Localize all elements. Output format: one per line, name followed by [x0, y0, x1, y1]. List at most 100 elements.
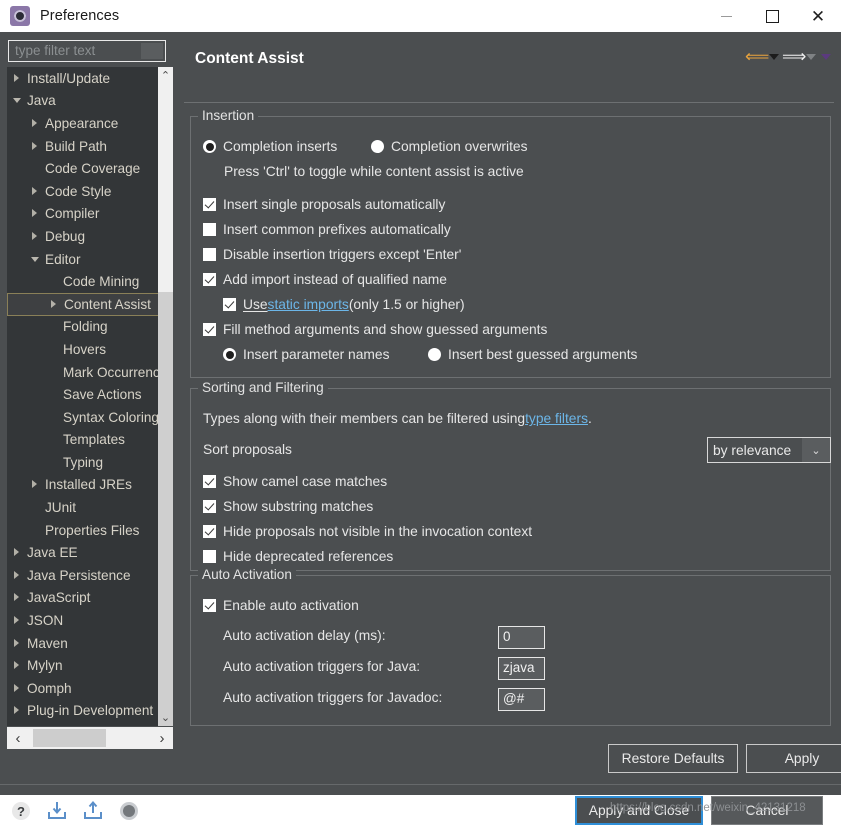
- sidebar-item-templates[interactable]: Templates: [7, 429, 168, 452]
- chevron-down-icon[interactable]: [13, 96, 22, 105]
- checkbox-insert-common-prefixes[interactable]: Insert common prefixes automatically: [203, 222, 451, 237]
- sidebar-item-plug-in-development[interactable]: Plug-in Development: [7, 700, 168, 723]
- tree-vertical-scrollbar[interactable]: ⌃ ⌄: [158, 67, 173, 726]
- chevron-right-icon[interactable]: [31, 186, 40, 196]
- sidebar-item-install-update[interactable]: Install/Update: [7, 67, 168, 90]
- preferences-tree[interactable]: Install/Update Java Appearance Build Path Co…: [7, 67, 168, 726]
- radio-completion-inserts[interactable]: Completion inserts: [203, 139, 337, 154]
- restore-defaults-button[interactable]: Restore Defaults: [608, 744, 738, 773]
- tree-vscroll-thumb[interactable]: [158, 84, 173, 292]
- apply-and-close-button[interactable]: Apply and Close: [575, 796, 703, 825]
- minimize-button[interactable]: [703, 0, 749, 32]
- import-icon[interactable]: [46, 800, 68, 822]
- settings-icon[interactable]: [118, 800, 140, 822]
- chevron-right-icon[interactable]: [13, 548, 22, 557]
- sidebar-item-oomph[interactable]: Oomph: [7, 677, 168, 700]
- scroll-right-icon[interactable]: ›: [151, 727, 173, 749]
- checkbox-show-camel-case[interactable]: Show camel case matches: [203, 474, 387, 489]
- checkbox-indicator: [203, 550, 216, 563]
- sidebar-item-java-ee[interactable]: Java EE: [7, 541, 168, 564]
- help-icon[interactable]: ?: [10, 800, 32, 822]
- chevron-right-icon[interactable]: [13, 616, 22, 625]
- filter-input[interactable]: type filter text: [8, 40, 166, 62]
- sidebar-item-save-actions[interactable]: Save Actions: [7, 383, 168, 406]
- chevron-right-icon[interactable]: [31, 141, 40, 151]
- cancel-button[interactable]: Cancel: [711, 796, 823, 825]
- sidebar-item-compiler[interactable]: Compiler: [7, 203, 168, 226]
- sidebar-item-code-style[interactable]: Code Style: [7, 180, 168, 203]
- close-button[interactable]: ✕: [795, 0, 841, 32]
- sidebar-item-code-coverage[interactable]: Code Coverage: [7, 157, 168, 180]
- chevron-right-icon[interactable]: [13, 570, 22, 580]
- scroll-down-icon[interactable]: ⌄: [158, 709, 173, 726]
- tree-horizontal-scrollbar[interactable]: ‹ ›: [7, 727, 173, 749]
- sidebar-item-junit[interactable]: JUnit: [7, 496, 168, 519]
- sidebar-item-mark-occurrences[interactable]: Mark Occurrences: [7, 361, 168, 384]
- checkbox-use-static-imports[interactable]: Use static imports (only 1.5 or higher): [223, 297, 465, 312]
- forward-arrow-icon[interactable]: ⟹: [782, 48, 806, 66]
- scroll-left-icon[interactable]: ‹: [7, 727, 29, 749]
- sidebar-item-syntax-coloring[interactable]: Syntax Coloring: [7, 406, 168, 429]
- sidebar-item-maven[interactable]: Maven: [7, 632, 168, 655]
- chevron-down-icon[interactable]: [31, 255, 40, 264]
- view-menu-chevron-down-icon[interactable]: [819, 48, 832, 66]
- radio-insert-best-guessed-arguments[interactable]: Insert best guessed arguments: [428, 347, 637, 362]
- apply-button[interactable]: Apply: [746, 744, 841, 773]
- chevron-right-icon[interactable]: [13, 661, 22, 670]
- checkbox-hide-proposals-not-visible[interactable]: Hide proposals not visible in the invoca…: [203, 524, 532, 539]
- chevron-right-icon[interactable]: [31, 231, 40, 241]
- chevron-right-icon[interactable]: [13, 638, 22, 648]
- sidebar-item-typing[interactable]: Typing: [7, 451, 168, 474]
- maximize-button[interactable]: [749, 0, 795, 32]
- sidebar-item-installed-jres[interactable]: Installed JREs: [7, 474, 168, 497]
- chevron-right-icon[interactable]: [31, 209, 40, 218]
- sidebar-item-debug[interactable]: Debug: [7, 225, 168, 248]
- type-filters-link[interactable]: type filters: [525, 411, 588, 426]
- checkbox-hide-deprecated[interactable]: Hide deprecated references: [203, 549, 393, 564]
- sidebar-item-mylyn[interactable]: Mylyn: [7, 654, 168, 677]
- checkbox-indicator: [203, 475, 216, 488]
- chevron-right-icon[interactable]: [13, 706, 22, 715]
- chevron-right-icon[interactable]: [31, 480, 40, 489]
- sidebar-item-label: JavaScript: [27, 590, 91, 606]
- sidebar-item-folding[interactable]: Folding: [7, 316, 168, 339]
- chevron-right-icon[interactable]: [13, 73, 22, 83]
- back-arrow-icon[interactable]: ⟸: [745, 48, 769, 66]
- checkbox-insert-single-proposals[interactable]: Insert single proposals automatically: [203, 197, 445, 212]
- chevron-right-icon[interactable]: [31, 118, 40, 128]
- checkbox-add-import[interactable]: Add import instead of qualified name: [203, 272, 447, 287]
- auto-activation-javadoc-triggers-input[interactable]: @#: [498, 688, 545, 711]
- chevron-right-icon[interactable]: [50, 299, 59, 309]
- chevron-down-icon[interactable]: ⌄: [802, 438, 830, 462]
- auto-activation-java-triggers-input[interactable]: zjava: [498, 657, 545, 680]
- sidebar-item-hovers[interactable]: Hovers: [7, 338, 168, 361]
- sidebar-item-build-path[interactable]: Build Path: [7, 135, 168, 158]
- checkbox-disable-insertion-triggers[interactable]: Disable insertion triggers except 'Enter…: [203, 247, 461, 262]
- sidebar-item-properties-files[interactable]: Properties Files: [7, 519, 168, 542]
- radio-insert-parameter-names[interactable]: Insert parameter names: [223, 347, 389, 362]
- sidebar-item-appearance[interactable]: Appearance: [7, 112, 168, 135]
- checkbox-show-substring[interactable]: Show substring matches: [203, 499, 373, 514]
- static-imports-link[interactable]: static imports: [268, 297, 349, 312]
- auto-activation-delay-input[interactable]: 0: [498, 626, 545, 649]
- radio-completion-overwrites[interactable]: Completion overwrites: [371, 139, 528, 154]
- sidebar-item-editor[interactable]: Editor: [7, 248, 168, 271]
- chevron-right-icon[interactable]: [13, 683, 22, 693]
- chevron-right-icon[interactable]: [13, 593, 22, 602]
- sidebar-item-json[interactable]: JSON: [7, 609, 168, 632]
- tree-hscroll-thumb[interactable]: [33, 729, 106, 747]
- sidebar-item-java[interactable]: Java: [7, 90, 168, 113]
- sidebar-item-code-mining[interactable]: Code Mining: [7, 270, 168, 293]
- checkbox-enable-auto-activation[interactable]: Enable auto activation: [203, 598, 359, 613]
- scroll-up-icon[interactable]: ⌃: [158, 67, 173, 84]
- export-icon[interactable]: [82, 800, 104, 822]
- sidebar-item-javascript[interactable]: JavaScript: [7, 587, 168, 610]
- checkbox-fill-method-arguments[interactable]: Fill method arguments and show guessed a…: [203, 322, 547, 337]
- sort-proposals-combobox[interactable]: by relevance ⌄: [707, 437, 831, 463]
- sidebar-item-java-persistence[interactable]: Java Persistence: [7, 564, 168, 587]
- sidebar-item-content-assist[interactable]: Content Assist: [7, 292, 168, 316]
